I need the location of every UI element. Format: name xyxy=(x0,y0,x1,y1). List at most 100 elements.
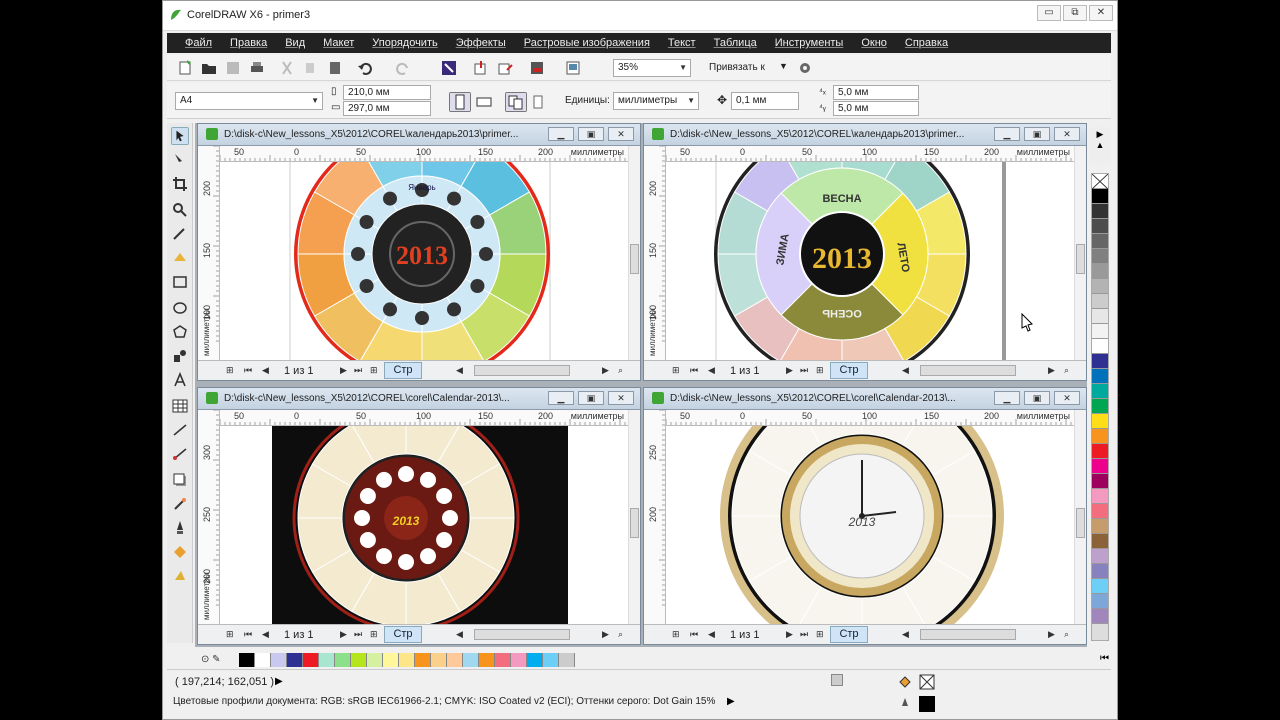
new-document-icon[interactable] xyxy=(177,60,193,76)
doc-close-button[interactable]: ✕ xyxy=(608,391,634,405)
outline-pen-tool-icon[interactable] xyxy=(171,519,189,537)
add-page-icon[interactable]: ⊞ xyxy=(672,629,680,640)
color-swatch[interactable] xyxy=(1092,399,1108,414)
add-page-icon[interactable]: ⊞ xyxy=(226,365,234,376)
menu-table[interactable]: Таблица xyxy=(714,37,757,49)
first-page-icon[interactable]: ⏮ xyxy=(690,365,698,376)
save-icon[interactable] xyxy=(225,60,241,76)
color-swatch[interactable] xyxy=(1092,309,1108,324)
connector-tool-icon[interactable] xyxy=(171,445,189,463)
menu-bitmaps[interactable]: Растровые изображения xyxy=(524,37,650,49)
zoom-navigator-icon[interactable]: ⌕ xyxy=(1064,629,1069,640)
import-icon[interactable] xyxy=(473,60,489,76)
vertical-ruler[interactable]: 200 150 100 миллиметры xyxy=(644,146,666,360)
eyedropper-tool-icon[interactable] xyxy=(171,495,189,513)
horizontal-ruler[interactable]: 50 0 50 100 150 200 миллиметры xyxy=(220,146,636,162)
menu-file[interactable]: Файл xyxy=(185,37,212,49)
close-button[interactable]: ✕ xyxy=(1089,5,1113,21)
export-icon[interactable] xyxy=(497,60,513,76)
page-size-select[interactable]: A4 ▼ xyxy=(175,92,323,110)
horizontal-scroll-thumb[interactable] xyxy=(920,629,1016,640)
page-tab[interactable]: Стр xyxy=(830,626,868,643)
doc-maximize-button[interactable]: ▣ xyxy=(1024,391,1050,405)
color-swatch[interactable] xyxy=(1092,294,1108,309)
landscape-orientation-icon[interactable] xyxy=(473,92,495,112)
fill-tool-icon[interactable] xyxy=(171,543,189,561)
first-page-icon[interactable]: ⏮ xyxy=(244,629,252,640)
first-page-icon[interactable]: ⏮ xyxy=(244,365,252,376)
color-swatch[interactable] xyxy=(1092,459,1108,474)
text-tool-icon[interactable] xyxy=(171,371,189,389)
doc-close-button[interactable]: ✕ xyxy=(1054,127,1080,141)
doc-close-button[interactable]: ✕ xyxy=(608,127,634,141)
zoom-navigator-icon[interactable]: ⌕ xyxy=(618,629,623,640)
zoom-navigator-icon[interactable]: ⌕ xyxy=(1064,365,1069,376)
crop-tool-icon[interactable] xyxy=(171,175,189,193)
prev-page-icon[interactable]: ◀ xyxy=(262,365,269,376)
document-color-swatch[interactable] xyxy=(367,653,383,667)
open-folder-icon[interactable] xyxy=(201,60,217,76)
doc-minimize-button[interactable]: ▁ xyxy=(548,391,574,405)
document-title-bar[interactable]: D:\disk-c\New_lessons_X5\2012\COREL\core… xyxy=(644,388,1086,410)
vertical-scrollbar[interactable] xyxy=(1074,146,1086,360)
scroll-left-icon[interactable]: ◀ xyxy=(902,365,909,376)
scroll-thumb[interactable] xyxy=(630,508,639,539)
next-page-icon[interactable]: ▶ xyxy=(340,365,347,376)
palette-expand-icon[interactable]: ⏮ xyxy=(1100,653,1109,664)
color-swatch[interactable] xyxy=(1092,264,1108,279)
doc-minimize-button[interactable]: ▁ xyxy=(994,391,1020,405)
publish-pdf-icon[interactable] xyxy=(529,60,545,76)
copy-icon[interactable] xyxy=(303,60,319,76)
cut-icon[interactable] xyxy=(279,60,295,76)
menu-help[interactable]: Справка xyxy=(905,37,948,49)
document-color-swatch[interactable] xyxy=(527,653,543,667)
smart-fill-tool-icon[interactable] xyxy=(171,249,189,267)
vertical-scrollbar[interactable] xyxy=(628,410,640,624)
paste-icon[interactable] xyxy=(327,60,343,76)
page-height-field[interactable]: 297,0 мм xyxy=(343,101,431,116)
color-swatch[interactable] xyxy=(1092,369,1108,384)
page-tab[interactable]: Стр xyxy=(384,626,422,643)
menu-effects[interactable]: Эффекты xyxy=(456,37,506,49)
doc-maximize-button[interactable]: ▣ xyxy=(1024,127,1050,141)
color-swatch[interactable] xyxy=(1092,549,1108,564)
color-swatch[interactable] xyxy=(1092,504,1108,519)
add-page-after-icon[interactable]: ⊞ xyxy=(816,365,824,376)
color-swatch[interactable] xyxy=(1092,429,1108,444)
menu-view[interactable]: Вид xyxy=(285,37,305,49)
all-pages-icon[interactable] xyxy=(505,92,527,112)
color-swatch[interactable] xyxy=(1092,234,1108,249)
document-color-swatch[interactable] xyxy=(543,653,559,667)
prev-page-icon[interactable]: ◀ xyxy=(708,365,715,376)
document-color-swatch[interactable] xyxy=(255,653,271,667)
scroll-right-icon[interactable]: ▶ xyxy=(602,365,609,376)
horizontal-ruler[interactable]: 50 0 50 100 150 200 миллиметры xyxy=(666,410,1082,426)
last-page-icon[interactable]: ⏭ xyxy=(354,629,362,640)
document-color-swatch[interactable] xyxy=(511,653,527,667)
duplicate-x-field[interactable]: 5,0 мм xyxy=(833,85,919,100)
document-color-swatch[interactable] xyxy=(495,653,511,667)
document-color-swatch[interactable] xyxy=(415,653,431,667)
color-swatch[interactable] xyxy=(1092,579,1108,594)
document-color-swatch[interactable] xyxy=(383,653,399,667)
horizontal-ruler[interactable]: 50 0 50 100 150 200 миллиметры xyxy=(666,146,1082,162)
horizontal-scroll-thumb[interactable] xyxy=(920,365,1016,376)
document-color-swatch[interactable] xyxy=(559,653,575,667)
vertical-scrollbar[interactable] xyxy=(628,146,640,360)
maximize-button[interactable]: ⧉ xyxy=(1063,5,1087,21)
last-page-icon[interactable]: ⏭ xyxy=(800,365,808,376)
menu-arrange[interactable]: Упорядочить xyxy=(372,37,437,49)
scroll-left-icon[interactable]: ◀ xyxy=(902,629,909,640)
page-tab[interactable]: Стр xyxy=(384,362,422,379)
zoom-tool-icon[interactable] xyxy=(171,201,189,219)
duplicate-y-field[interactable]: 5,0 мм xyxy=(833,101,919,116)
add-page-icon[interactable]: ⊞ xyxy=(226,629,234,640)
add-page-after-icon[interactable]: ⊞ xyxy=(370,365,378,376)
color-swatch[interactable] xyxy=(1092,189,1108,204)
drawing-canvas[interactable]: 2013 Январь xyxy=(220,162,628,360)
interactive-fill-tool-icon[interactable] xyxy=(171,567,189,585)
prev-page-icon[interactable]: ◀ xyxy=(262,629,269,640)
menu-tools[interactable]: Инструменты xyxy=(775,37,844,49)
menu-layout[interactable]: Макет xyxy=(323,37,354,49)
add-page-icon[interactable]: ⊞ xyxy=(672,365,680,376)
